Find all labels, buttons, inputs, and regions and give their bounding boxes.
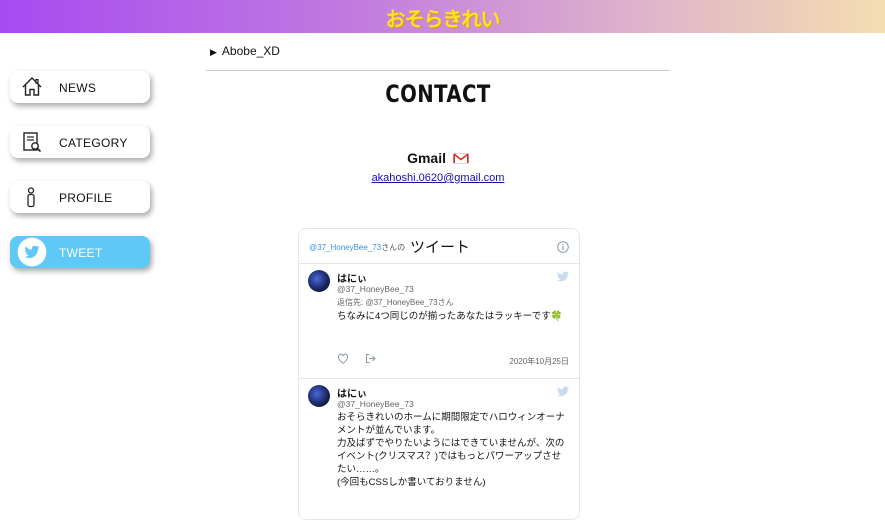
tweet-item[interactable]: はにぃ @37_HoneyBee_73 おそらきれいのホームに期間限定でハロウィ…	[299, 379, 579, 509]
sidebar-item-label: CATEGORY	[59, 136, 128, 150]
document-search-icon	[23, 132, 42, 153]
home-icon	[22, 77, 42, 96]
heart-icon[interactable]	[337, 353, 349, 364]
person-icon	[27, 187, 35, 208]
tweet-text: ちなみに4つ同じのが揃ったあなたはラッキーです🍀	[337, 311, 563, 322]
tweet-author-name[interactable]: はにぃ	[337, 385, 367, 400]
breadcrumb[interactable]: ▶ Abobe_XD	[210, 44, 280, 58]
sidebar-item-news[interactable]: NEWS	[10, 71, 150, 103]
sidebar-item-label: NEWS	[59, 81, 97, 95]
page-title: CONTACT	[385, 80, 491, 108]
twitter-timeline[interactable]: @37_HoneyBee_73さんの ツイート はにぃ @37_HoneyBee…	[298, 228, 580, 520]
twitter-bird-icon[interactable]	[557, 386, 569, 397]
avatar[interactable]	[308, 385, 330, 407]
timeline-handle-suffix: さんの	[381, 243, 406, 252]
twitter-bird-icon[interactable]	[557, 271, 569, 282]
timeline-title: ツイート	[410, 239, 471, 256]
twitter-bird-icon	[17, 237, 47, 267]
sidebar-item-category[interactable]: CATEGORY	[10, 126, 150, 158]
timeline-handle[interactable]: @37_HoneyBee_73さんの	[309, 242, 405, 253]
breadcrumb-label: Abobe_XD	[221, 44, 280, 58]
share-icon[interactable]	[365, 353, 376, 364]
tweet-author-name[interactable]: はにぃ	[337, 270, 367, 285]
site-logo[interactable]: おそらきれい	[0, 3, 885, 32]
gmail-icon	[452, 153, 469, 164]
avatar[interactable]	[308, 270, 330, 292]
tweet-author-handle[interactable]: @37_HoneyBee_73	[337, 399, 414, 409]
info-icon[interactable]	[557, 241, 569, 253]
sidebar-item-profile[interactable]: PROFILE	[10, 181, 150, 213]
sidebar-item-tweet[interactable]: TWEET	[10, 236, 150, 268]
divider	[206, 70, 670, 71]
sidebar-item-label: PROFILE	[59, 191, 113, 205]
gmail-heading-label: Gmail	[407, 150, 446, 166]
tweet-reply-to[interactable]: 返信先: @37_HoneyBee_73さん	[337, 297, 454, 308]
email-link[interactable]: akahoshi.0620@gmail.com	[372, 172, 505, 184]
sidebar-item-label: TWEET	[59, 246, 103, 260]
tweet-item[interactable]: はにぃ @37_HoneyBee_73 返信先: @37_HoneyBee_73…	[299, 264, 579, 379]
email-link-wrap: akahoshi.0620@gmail.com	[206, 172, 670, 184]
tweet-author-handle[interactable]: @37_HoneyBee_73	[337, 284, 414, 294]
timeline-handle-text: @37_HoneyBee_73	[309, 243, 382, 252]
tweet-date[interactable]: 2020年10月25日	[509, 356, 569, 367]
tweet-text: おそらきれいのホームに期間限定でハロウィンオーナメントが並んでいます。 力及ばず…	[337, 412, 565, 488]
gmail-heading: Gmail	[206, 150, 670, 166]
timeline-header: @37_HoneyBee_73さんの ツイート	[299, 229, 579, 264]
site-header: おそらきれい	[0, 0, 885, 33]
disclosure-triangle-icon: ▶	[210, 47, 217, 57]
